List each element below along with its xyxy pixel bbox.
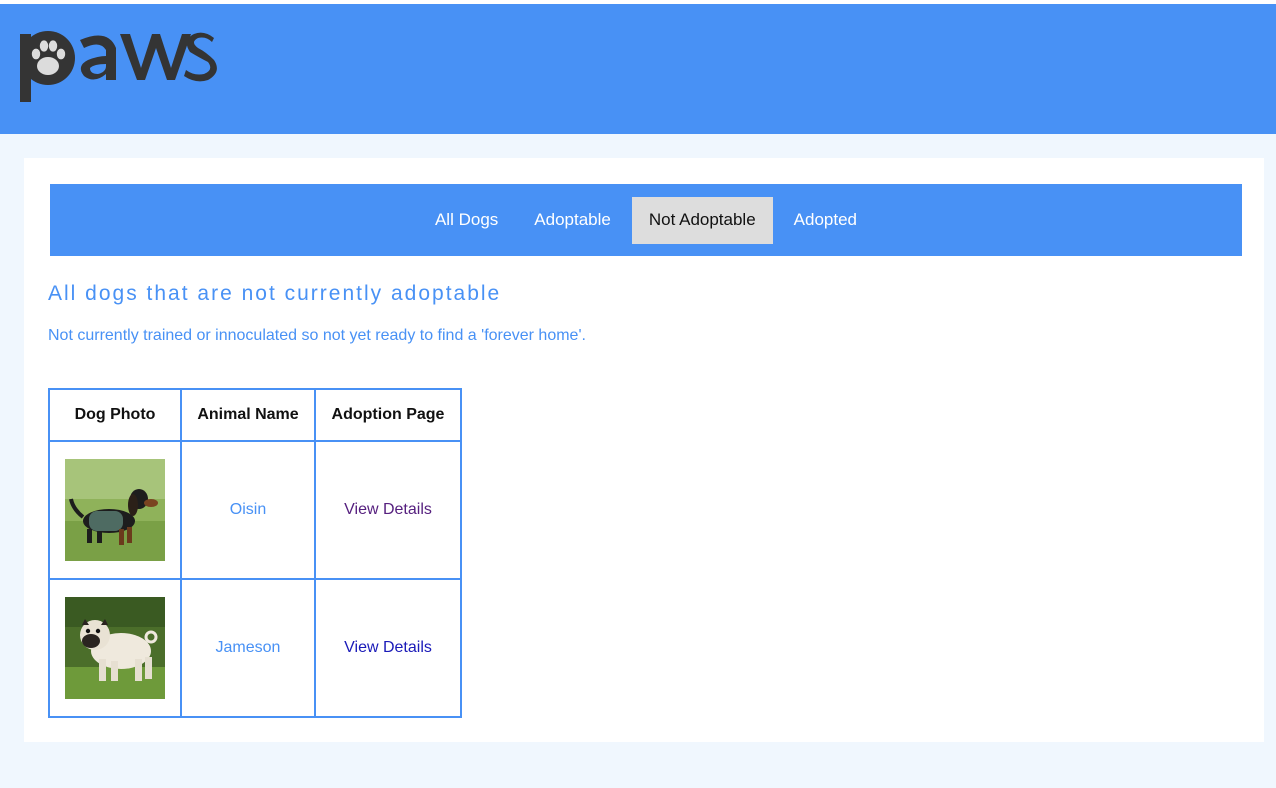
table-row: Oisin View Details bbox=[48, 440, 462, 580]
site-header bbox=[0, 4, 1276, 134]
adoption-cell: View Details bbox=[314, 440, 462, 580]
page-title: All dogs that are not currently adoptabl… bbox=[48, 282, 502, 305]
view-details-link[interactable]: View Details bbox=[344, 501, 432, 518]
dog-name: Jameson bbox=[180, 578, 316, 718]
dog-photo-jameson bbox=[65, 597, 165, 699]
page-subtitle: Not currently trained or innoculated so … bbox=[48, 327, 586, 344]
dog-photo-oisin bbox=[65, 459, 165, 561]
dog-filter-nav: All Dogs Adoptable Not Adoptable Adopted bbox=[50, 184, 1242, 256]
adoption-cell: View Details bbox=[314, 578, 462, 718]
header-dog-photo: Dog Photo bbox=[48, 388, 182, 442]
view-details-link[interactable]: View Details bbox=[344, 639, 432, 656]
dog-name: Oisin bbox=[180, 440, 316, 580]
nav-adoptable[interactable]: Adoptable bbox=[516, 197, 629, 244]
dog-photo-cell bbox=[48, 578, 182, 718]
dog-photo-cell bbox=[48, 440, 182, 580]
header-adoption-page: Adoption Page bbox=[314, 388, 462, 442]
table-header-row: Dog Photo Animal Name Adoption Page bbox=[48, 388, 462, 442]
nav-not-adoptable[interactable]: Not Adoptable bbox=[631, 196, 773, 244]
paws-logo[interactable] bbox=[18, 22, 218, 108]
dogs-table: Dog Photo Animal Name Adoption Page Oisi… bbox=[48, 388, 462, 718]
nav-adopted[interactable]: Adopted bbox=[776, 197, 875, 244]
content-panel: All Dogs Adoptable Not Adoptable Adopted… bbox=[24, 158, 1264, 742]
header-animal-name: Animal Name bbox=[180, 388, 316, 442]
table-row: Jameson View Details bbox=[48, 578, 462, 718]
nav-all-dogs[interactable]: All Dogs bbox=[417, 197, 516, 244]
